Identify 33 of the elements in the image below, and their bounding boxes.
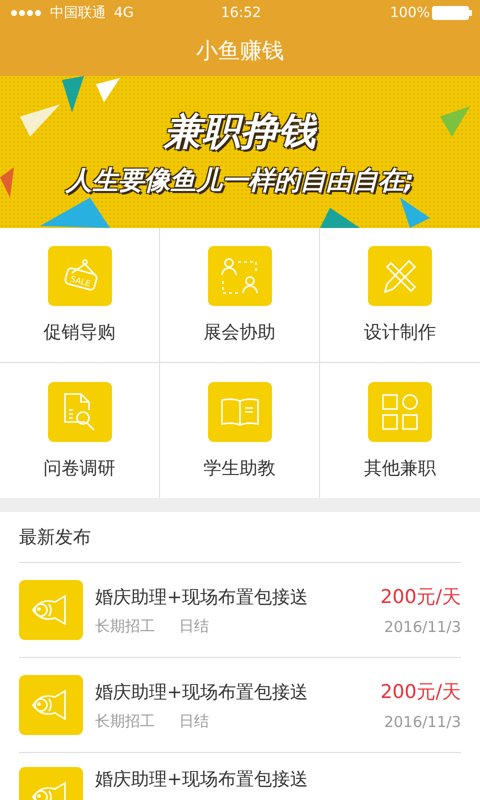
banner-headline: 兼职挣钱 xyxy=(164,108,316,155)
job-term: 长期招工 xyxy=(95,616,155,636)
fish-icon xyxy=(19,675,83,735)
banner-slogan: 人生要像鱼儿一样的自由自在; xyxy=(66,165,414,198)
job-listing[interactable]: 婚庆助理+现场布置包接送 长期招工 日结 200元/天 2016/11/3 xyxy=(19,658,461,753)
status-time: 16:52 xyxy=(220,5,262,21)
section-heading: 最新发布 xyxy=(19,526,91,549)
job-pay: 200元/天 xyxy=(380,585,461,610)
battery-icon xyxy=(432,6,472,20)
job-title: 婚庆助理+现场布置包接送 xyxy=(95,680,310,704)
job-title: 婚庆助理+现场布置包接送 xyxy=(95,586,310,608)
sign-text: SALE xyxy=(69,274,91,288)
job-listing[interactable]: 婚庆助理+现场布置包接送 xyxy=(19,753,461,800)
ruler-pencil-icon xyxy=(381,257,419,295)
category-item[interactable]: 展会协助 xyxy=(160,228,320,363)
category-item[interactable]: SALE 促销导购 xyxy=(0,228,160,363)
carrier-name: 中国联通 xyxy=(50,4,106,22)
people-icon xyxy=(220,257,260,295)
page-title: 小鱼赚钱 xyxy=(196,38,284,66)
job-listing[interactable]: 婚庆助理+现场布置包接送 长期招工 日结 200元/天 2016/11/3 xyxy=(19,563,461,658)
signal-icon xyxy=(10,9,42,17)
open-book-icon xyxy=(220,396,260,426)
payment-type: 日结 xyxy=(179,616,209,636)
job-pay: 200元/天 xyxy=(380,680,461,705)
grid-icon xyxy=(381,392,419,430)
job-date: 2016/11/3 xyxy=(384,618,461,636)
job-term: 长期招工 xyxy=(95,712,155,730)
job-title: 婚庆助理+现场布置包接送 xyxy=(95,768,310,791)
job-date: 2016/11/3 xyxy=(384,713,461,731)
payment-type: 日结 xyxy=(179,712,209,730)
network-type: 4G xyxy=(114,5,134,21)
battery-percent: 100% xyxy=(390,5,430,21)
fish-icon xyxy=(19,580,83,640)
